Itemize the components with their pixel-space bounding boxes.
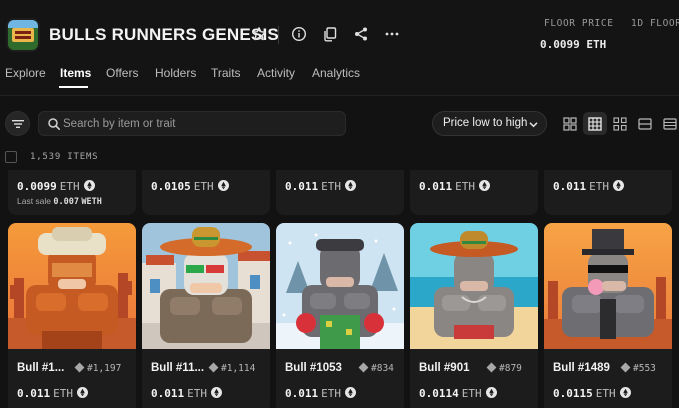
collection-logo[interactable] [6,18,40,52]
card-price: 0.011 ETH [553,180,624,193]
floor-price-value: 0.0099 ETH [540,38,607,51]
tab-analytics[interactable]: Analytics [312,66,360,80]
item-count: 1,539 ITEMS [30,152,99,162]
tab-explore[interactable]: Explore [5,66,46,80]
ethereum-icon [479,180,490,191]
chevron-down-icon [529,122,538,128]
ethereum-icon [77,387,88,398]
table-view-icon [663,118,677,130]
nft-image [410,223,538,349]
rarity-diamond-icon [486,362,497,373]
rarity-rank: #1,197 [74,362,121,374]
ethereum-icon [613,180,624,191]
header-divider [278,26,279,44]
nft-image [142,223,270,349]
card-price: 0.011 ETH [17,387,88,400]
nft-card-partial[interactable]: 0.0099 ETH [8,170,136,215]
ethereum-icon [485,387,497,398]
card-price: 0.011 ETH [419,180,490,193]
ethereum-icon [619,387,631,398]
ethereum-icon [217,180,229,191]
large-grid-icon [563,117,577,131]
nft-image [276,223,404,349]
items-toolbar: Price low to high [0,104,679,144]
nft-image [544,223,672,349]
view-large-grid-button[interactable] [558,112,582,135]
rarity-rank: #834 [358,362,394,374]
nft-card-partial[interactable]: 0.011 ETH [410,170,538,215]
last-sale: Last sale 0.007 WETH [17,196,102,207]
ethereum-icon [345,180,356,191]
search-input[interactable] [63,115,333,133]
floor-price-label: FLOOR PRICE [544,18,614,29]
small-grid-icon [613,117,627,131]
card-name: Bull #11... [151,362,205,374]
item-count-row: 1,539 ITEMS [0,148,679,168]
card-name: Bull #1489 [553,362,610,374]
nft-card-partial[interactable]: 0.011 ETH [544,170,672,215]
card-name: Bull #901 [419,362,470,374]
tab-holders[interactable]: Holders [155,66,196,80]
ethereum-icon [83,180,95,191]
share-icon[interactable] [353,26,369,42]
rarity-rank: #553 [620,362,656,374]
rarity-rank: #1,114 [208,362,255,374]
nft-card[interactable]: Bull #1489 #553 0.0115 ETH [544,223,672,408]
star-icon[interactable] [251,26,267,42]
list-view-icon [638,118,652,130]
card-price: 0.0099 ETH [17,180,95,193]
view-small-grid-button[interactable] [608,112,632,135]
active-tab-indicator [59,86,88,88]
nft-image [8,223,136,349]
sort-dropdown[interactable]: Price low to high [432,111,547,136]
rarity-diamond-icon [208,362,219,373]
ethereum-icon [345,387,356,398]
rarity-rank: #879 [486,362,522,374]
one-day-floor-label: 1D FLOOR [631,18,679,29]
nft-card[interactable]: Bull #11... #1,114 0.011 ETH [142,223,270,408]
more-icon[interactable] [384,26,400,42]
view-table-button[interactable] [658,112,679,135]
card-price: 0.0105 ETH [151,180,229,193]
tab-offers[interactable]: Offers [106,66,138,80]
nft-card[interactable]: Bull #1053 #834 0.011 ETH [276,223,404,408]
card-price: 0.011 ETH [151,387,222,400]
card-name: Bull #1... [17,362,65,374]
tab-traits[interactable]: Traits [211,66,241,80]
view-medium-grid-button[interactable] [583,112,607,135]
card-name: Bull #1053 [285,362,342,374]
copy-icon[interactable] [322,26,338,42]
card-price: 0.011 ETH [285,387,356,400]
nft-card[interactable]: Bull #1... #1,197 0.011 ETH [8,223,136,408]
rarity-diamond-icon [358,362,369,373]
filter-icon [12,120,24,128]
ethereum-icon [211,387,222,398]
card-price: 0.0114 ETH [419,387,497,400]
select-all-checkbox[interactable] [5,151,17,163]
nft-card-partial[interactable]: 0.0105 ETH [142,170,270,215]
card-price: 0.011 ETH [285,180,356,193]
tab-items[interactable]: Items [60,66,91,80]
card-price: 0.0115 ETH [553,387,631,400]
search-icon [48,118,60,130]
collection-header: BULLS RUNNERS GENESIS FLOOR PRICE 0.0099… [0,0,679,96]
sort-selected-label: Price low to high [443,117,528,129]
view-list-button[interactable] [633,112,657,135]
rarity-diamond-icon [74,362,85,373]
search-box[interactable] [38,111,346,136]
nft-card-partial[interactable]: 0.011 ETH [276,170,404,215]
rarity-diamond-icon [620,362,631,373]
info-icon[interactable] [291,26,307,42]
tab-activity[interactable]: Activity [257,66,295,80]
nft-card[interactable]: Bull #901 #879 0.0114 ETH [410,223,538,408]
filter-button[interactable] [5,111,30,136]
collection-title: BULLS RUNNERS GENESIS [49,25,279,44]
medium-grid-icon [588,117,602,131]
